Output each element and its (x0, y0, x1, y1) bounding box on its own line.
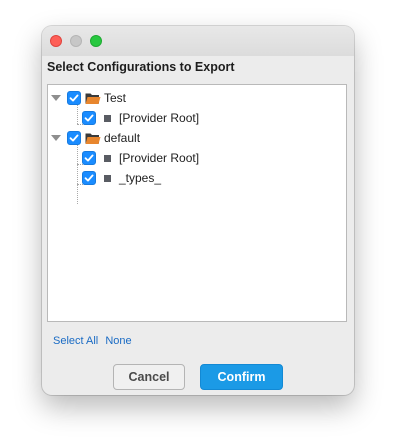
select-all-link[interactable]: Select All (53, 335, 98, 347)
tree-node-provider-root[interactable]: [Provider Root] (48, 109, 346, 127)
tree-node-label: default (104, 131, 141, 145)
tree-node-label: Test (104, 91, 127, 105)
tree-node-provider-root[interactable]: [Provider Root] (48, 149, 346, 167)
folder-open-icon (85, 133, 101, 144)
checkbox-default[interactable] (67, 131, 81, 145)
selection-links: Select All None (53, 335, 136, 347)
close-window-button[interactable] (50, 35, 62, 47)
configuration-item-icon (104, 175, 111, 182)
minimize-window-button[interactable] (70, 35, 82, 47)
tree-node-label: [Provider Root] (119, 111, 200, 125)
zoom-window-button[interactable] (90, 35, 102, 47)
select-none-link[interactable]: None (105, 335, 131, 347)
tree-node-default[interactable]: default (48, 129, 346, 147)
folder-open-icon (85, 93, 101, 104)
checkbox-provider-root[interactable] (82, 111, 96, 125)
checkbox-test[interactable] (67, 91, 81, 105)
tree-node-test[interactable]: Test (48, 89, 346, 107)
dialog-heading: Select Configurations to Export (47, 60, 235, 74)
tree-node-types[interactable]: _types_ (48, 169, 346, 187)
confirm-button[interactable]: Confirm (200, 364, 283, 390)
tree-node-label: [Provider Root] (119, 151, 200, 165)
expand-toggle-icon[interactable] (51, 95, 61, 101)
title-bar (42, 26, 354, 56)
configuration-item-icon (104, 115, 111, 122)
cancel-button[interactable]: Cancel (113, 364, 185, 390)
configuration-item-icon (104, 155, 111, 162)
checkbox-provider-root[interactable] (82, 151, 96, 165)
expand-toggle-icon[interactable] (51, 135, 61, 141)
configuration-tree[interactable]: Test [Provider Root] default [Provider R… (47, 84, 347, 322)
export-dialog: Select Configurations to Export Test [Pr… (42, 26, 354, 395)
tree-node-label: _types_ (119, 171, 162, 185)
checkbox-types[interactable] (82, 171, 96, 185)
